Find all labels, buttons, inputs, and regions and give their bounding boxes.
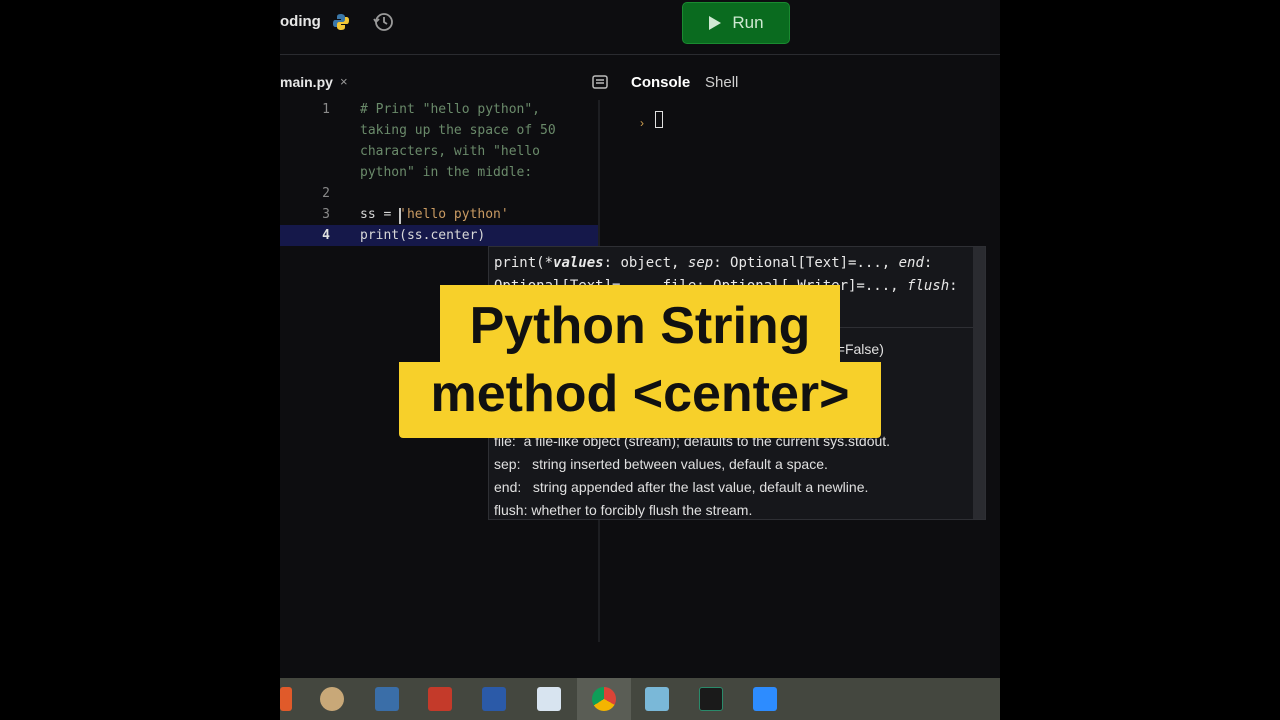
code-line[interactable]: 2 bbox=[280, 183, 612, 204]
top-bar: oding Run bbox=[280, 0, 1000, 55]
signature-help-popup: print(*values: object, sep: Optional[Tex… bbox=[488, 246, 986, 520]
python-logo-icon bbox=[333, 14, 349, 30]
doc-line: file: a file-like object (stream); defau… bbox=[494, 433, 891, 449]
code-text: # Print "hello python", bbox=[360, 102, 541, 117]
divider bbox=[489, 327, 973, 328]
history-icon[interactable] bbox=[372, 11, 394, 33]
word-icon[interactable] bbox=[482, 687, 506, 711]
code-line[interactable]: 3 ss = 'hello python' bbox=[280, 204, 612, 225]
code-string: 'hello python' bbox=[399, 207, 509, 222]
code-text: print(ss.center) bbox=[360, 228, 486, 243]
line-number: 2 bbox=[322, 186, 330, 201]
powerpoint-icon[interactable] bbox=[428, 687, 452, 711]
doc-line: flush: whether to forcibly flush the str… bbox=[494, 502, 753, 518]
run-button-label: Run bbox=[732, 13, 764, 32]
code-line-active[interactable]: 4 print(ss.center) bbox=[280, 225, 612, 246]
doc-line: end: string appended after the last valu… bbox=[494, 479, 869, 495]
code-line[interactable]: python" in the middle: bbox=[280, 162, 612, 183]
file-tab-main-py[interactable]: main.py bbox=[280, 74, 333, 90]
line-number: 4 bbox=[322, 228, 330, 243]
code-line[interactable]: taking up the space of 50 bbox=[280, 120, 612, 141]
code-line[interactable]: characters, with "hello bbox=[280, 141, 612, 162]
signature-line: print(*values: object, sep: Optional[Tex… bbox=[494, 255, 933, 271]
tab-shell[interactable]: Shell bbox=[705, 74, 738, 91]
close-tab-icon[interactable]: × bbox=[340, 74, 348, 89]
code-variable: ss = bbox=[360, 207, 400, 222]
run-button[interactable]: Run bbox=[682, 2, 790, 44]
calculator-icon[interactable] bbox=[375, 687, 399, 711]
code-text: taking up the space of 50 bbox=[360, 123, 556, 138]
play-icon bbox=[709, 16, 722, 30]
taskbar bbox=[280, 678, 1000, 720]
signature-line: Optional[Text]=..., file: Optional[_Writ… bbox=[494, 278, 958, 294]
chrome-icon[interactable] bbox=[592, 687, 616, 711]
editor-icon[interactable] bbox=[699, 687, 723, 711]
doc-line: sep: string inserted between values, def… bbox=[494, 456, 828, 472]
repl-name[interactable]: oding bbox=[280, 13, 321, 30]
tab-console[interactable]: Console bbox=[631, 74, 690, 91]
notepad-icon[interactable] bbox=[537, 687, 561, 711]
text-cursor-icon bbox=[399, 208, 401, 224]
code-text: characters, with "hello bbox=[360, 144, 541, 159]
console-panel-icon[interactable] bbox=[592, 74, 608, 90]
app-icon-partial[interactable] bbox=[280, 687, 292, 711]
line-number: 3 bbox=[322, 207, 330, 222]
console-input[interactable] bbox=[655, 111, 663, 128]
code-text: python" in the middle: bbox=[360, 165, 533, 180]
files-icon[interactable] bbox=[645, 687, 669, 711]
line-number: 1 bbox=[322, 102, 330, 117]
code-line[interactable]: 1 # Print "hello python", bbox=[280, 99, 612, 120]
popup-scrollbar[interactable] bbox=[973, 247, 985, 519]
signature-line-tail: h=False) bbox=[829, 341, 884, 357]
paint-icon[interactable] bbox=[320, 687, 344, 711]
console-prompt-icon: › bbox=[640, 116, 644, 130]
zoom-icon[interactable] bbox=[753, 687, 777, 711]
code-text: ss = 'hello python' bbox=[360, 204, 509, 225]
